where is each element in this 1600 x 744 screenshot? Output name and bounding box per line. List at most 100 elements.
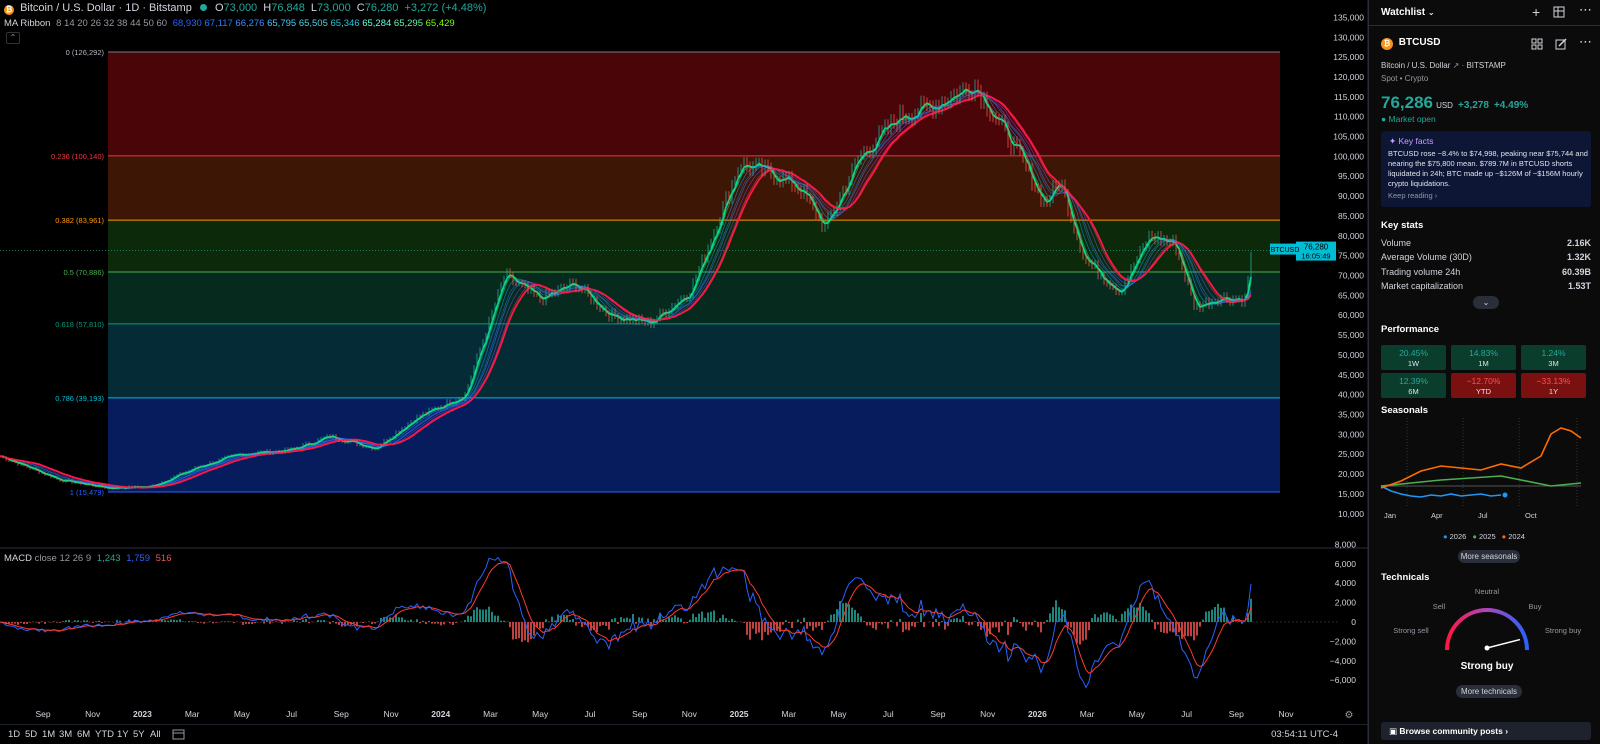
macd-histogram-bar — [407, 620, 409, 622]
range-1m-button[interactable]: 1M — [42, 729, 55, 740]
macd-histogram-bar — [116, 620, 118, 622]
seasonal-legend-item[interactable]: ● 2025 — [1472, 532, 1495, 541]
macd-line — [0, 556, 1252, 689]
clock-timezone[interactable]: 03:54:11 UTC-4 — [1271, 729, 1338, 740]
macd-value: 1,243 — [96, 553, 121, 564]
browse-community-button[interactable]: ▣ Browse community posts › — [1381, 722, 1591, 740]
external-link-icon[interactable]: ↗ — [1453, 61, 1460, 70]
macd-histogram-bar — [416, 619, 418, 622]
macd-histogram-bar — [368, 621, 370, 622]
symbol-title[interactable]: Bitcoin / U.S. Dollar · 1D · Bitstamp — [20, 2, 192, 14]
macd-histogram-bar — [266, 620, 268, 622]
range-5d-button[interactable]: 5D — [25, 729, 37, 740]
chevron-up-icon: ⌃ — [9, 33, 17, 42]
collapse-legend-button[interactable]: ⌃ — [6, 32, 20, 44]
symbol-header[interactable]: ₿ BTCUSD — [1381, 37, 1440, 50]
macd-histogram-bar — [1091, 617, 1093, 622]
macd-axis-label: −2,000 — [1330, 636, 1357, 646]
symbol-legend[interactable]: ₿ Bitcoin / U.S. Dollar · 1D · Bitstamp … — [4, 2, 486, 15]
symbol-tag-label: BTCUSD — [1271, 247, 1300, 254]
macd-histogram-bar — [1097, 617, 1099, 622]
symbol-full-name[interactable]: Bitcoin / U.S. Dollar — [1381, 61, 1450, 70]
performance-cell[interactable]: 1.24% 3M — [1521, 345, 1586, 370]
chart-area[interactable]: 0 (126,292) 0.236 (100,140) 0.382 (83,961)… — [0, 0, 1368, 744]
expand-stats-button[interactable]: ⌄ — [1473, 296, 1499, 309]
key-facts-line: BTCUSD rose ~8.4% to $74,998, peaking ne… — [1388, 149, 1588, 158]
macd-label[interactable]: MACD — [4, 553, 32, 564]
ma-ribbon-label[interactable]: MA Ribbon — [4, 18, 50, 29]
seasonal-current-dot — [1502, 492, 1508, 498]
gauge-label-strong-sell: Strong sell — [1393, 626, 1429, 635]
stat-label: Average Volume (30D) — [1381, 252, 1472, 262]
more-options-icon[interactable]: ⋯ — [1579, 2, 1592, 18]
macd-histogram-bar — [74, 620, 76, 622]
range-5y-button[interactable]: 5Y — [133, 729, 145, 740]
stat-label: Market capitalization — [1381, 281, 1464, 291]
macd-histogram-bar — [35, 622, 37, 623]
performance-cell[interactable]: 20.45% 1W — [1381, 345, 1446, 370]
macd-histogram-bar — [512, 622, 514, 640]
ma-ribbon-legend[interactable]: MA Ribbon 8 14 20 26 32 38 44 50 60 68,9… — [4, 18, 455, 29]
technicals-gauge[interactable]: Neutral Sell Buy Strong sell Strong buy Stron… — [1369, 580, 1600, 690]
add-symbol-icon[interactable]: + — [1532, 4, 1540, 20]
range-ytd-button[interactable]: YTD — [95, 729, 114, 740]
stat-value: 1.53T — [1567, 281, 1591, 291]
macd-histogram-bar — [692, 613, 694, 622]
price-axis-label: 45,000 — [1338, 370, 1364, 380]
seasonal-legend-item[interactable]: ● 2026 — [1443, 532, 1466, 541]
macd-histogram-bar — [26, 622, 28, 624]
range-6m-button[interactable]: 6M — [77, 729, 90, 740]
macd-legend[interactable]: MACD close 12 26 9 1,243 1,759 516 — [4, 553, 171, 564]
macd-histogram-bar — [317, 619, 319, 622]
stat-row-market-cap: Market capitalization 1.53T — [1381, 281, 1591, 291]
macd-histogram-bar — [1148, 612, 1150, 622]
price-axis-label: 25,000 — [1338, 449, 1364, 459]
fib-band — [108, 52, 1280, 156]
macd-histogram-bar — [599, 622, 601, 627]
macd-histogram-bar — [689, 619, 691, 622]
macd-histogram-bar — [797, 619, 799, 622]
macd-histogram-bar — [221, 621, 223, 622]
macd-histogram-bar — [473, 609, 475, 622]
macd-histogram-bar — [935, 618, 937, 622]
performance-cell[interactable]: −33.13% 1Y — [1521, 373, 1586, 398]
macd-histogram-bar — [1100, 614, 1102, 622]
macd-histogram-bar — [965, 622, 967, 624]
macd-histogram-bar — [809, 622, 811, 626]
price-axis-label: 90,000 — [1338, 191, 1364, 201]
key-facts-line: crypto liquidations. — [1388, 179, 1451, 188]
date-range-icon[interactable] — [172, 728, 186, 740]
layout-icon[interactable] — [1553, 6, 1565, 18]
keep-reading-link[interactable]: Keep reading › — [1388, 191, 1437, 200]
performance-cell[interactable]: 14.83% 1M — [1451, 345, 1516, 370]
price-chart[interactable]: 0 (126,292) 0.236 (100,140) 0.382 (83,961)… — [0, 0, 1368, 744]
macd-histogram-bar — [1145, 610, 1147, 622]
macd-histogram-bar — [896, 622, 898, 627]
range-all-button[interactable]: All — [150, 729, 161, 740]
seasonal-legend-item[interactable]: ● 2024 — [1502, 532, 1525, 541]
range-3m-button[interactable]: 3M — [59, 729, 72, 740]
edit-note-icon[interactable] — [1555, 38, 1567, 50]
watchlist-dropdown[interactable]: Watchlist ⌄ — [1381, 7, 1435, 18]
key-facts-card[interactable]: ✦ Key facts BTCUSD rose ~8.4% to $74,998… — [1381, 131, 1591, 207]
browse-community-label: Browse community posts › — [1399, 726, 1509, 736]
price-axis-label: 35,000 — [1338, 409, 1364, 419]
performance-cell[interactable]: −12.70% YTD — [1451, 373, 1516, 398]
fib-label: 0.382 (83,961) — [55, 216, 104, 225]
more-options-icon[interactable]: ⋯ — [1579, 34, 1592, 50]
macd-histogram-bar — [293, 620, 295, 622]
symbol-exchange[interactable]: BITSTAMP — [1466, 61, 1505, 70]
performance-value: −12.70% — [1466, 376, 1501, 386]
stat-value: 2.16K — [1566, 238, 1591, 248]
macd-histogram-bar — [335, 622, 337, 624]
macd-histogram-bar — [212, 622, 214, 624]
more-seasonals-button[interactable]: More seasonals — [1458, 550, 1520, 563]
range-1y-button[interactable]: 1Y — [117, 729, 129, 740]
grid-view-icon[interactable] — [1531, 38, 1543, 50]
macd-histogram-bar — [179, 619, 181, 622]
seasonals-chart[interactable]: Jan Apr Jul Oct — [1377, 416, 1593, 528]
macd-histogram-bar — [182, 621, 184, 622]
more-technicals-button[interactable]: More technicals — [1456, 685, 1522, 698]
range-1d-button[interactable]: 1D — [8, 729, 20, 740]
performance-cell[interactable]: 12.39% 6M — [1381, 373, 1446, 398]
